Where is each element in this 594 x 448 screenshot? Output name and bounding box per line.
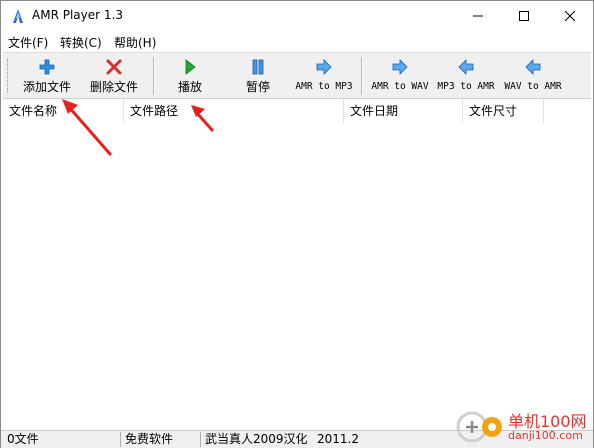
- close-icon: [565, 11, 575, 21]
- column-header-path[interactable]: 文件路径: [124, 99, 344, 123]
- pause-button[interactable]: 暂停: [233, 55, 283, 95]
- watermark-url: danji100.com: [508, 429, 583, 442]
- play-button[interactable]: 播放: [165, 55, 215, 95]
- file-list[interactable]: [3, 123, 591, 429]
- menu-help[interactable]: 帮助(H): [114, 34, 156, 51]
- arrow-right-icon: [316, 59, 332, 75]
- annotation-arrow-icon: [62, 99, 112, 156]
- app-window: AMR Player 1.3 文件(F) 转换(C) 帮助(H) 添加文件 删除…: [0, 0, 594, 448]
- watermark: 单机100网 danji100.com: [456, 404, 594, 448]
- add-file-button[interactable]: 添加文件: [17, 55, 77, 95]
- status-file-count: 0文件: [3, 432, 121, 447]
- play-label: 播放: [177, 80, 202, 94]
- app-logo-icon: [13, 9, 23, 23]
- column-header-size[interactable]: 文件尺寸: [463, 99, 544, 123]
- amr-to-mp3-button[interactable]: AMR to MP3: [291, 55, 357, 95]
- delete-file-button[interactable]: 删除文件: [83, 55, 145, 95]
- arrow-right-icon: [392, 59, 408, 75]
- toolbar-separator: [153, 57, 155, 95]
- menu-convert[interactable]: 转换(C): [60, 34, 102, 51]
- toolbar: 添加文件 删除文件 播放 暂停 AMR to MP3 AMR to WAV MP…: [3, 52, 591, 99]
- delete-x-icon: [106, 59, 122, 75]
- add-file-label: 添加文件: [22, 80, 71, 94]
- status-license: 免费软件: [121, 432, 201, 447]
- wav-to-amr-label: WAV to AMR: [504, 81, 562, 92]
- toolbar-grip[interactable]: [7, 59, 10, 93]
- mp3-to-amr-label: MP3 to AMR: [437, 81, 495, 92]
- pause-label: 暂停: [245, 80, 270, 94]
- arrow-left-icon: [458, 59, 474, 75]
- window-title: AMR Player 1.3: [32, 8, 123, 22]
- watermark-logo-icon: [456, 411, 502, 443]
- status-credit: 武当真人2009汉化: [205, 432, 308, 446]
- play-icon: [185, 59, 196, 75]
- delete-file-label: 删除文件: [89, 80, 138, 94]
- minimize-icon: [473, 15, 483, 17]
- amr-to-wav-button[interactable]: AMR to WAV: [367, 55, 433, 95]
- annotation-arrow-icon: [191, 105, 214, 132]
- menu-bar: 文件(F) 转换(C) 帮助(H): [1, 31, 593, 51]
- plus-icon: [39, 59, 55, 75]
- arrow-left-icon: [525, 59, 541, 75]
- pause-icon: [252, 59, 264, 75]
- mp3-to-amr-button[interactable]: MP3 to AMR: [433, 55, 499, 95]
- menu-file[interactable]: 文件(F): [8, 34, 48, 51]
- maximize-button[interactable]: [501, 1, 547, 31]
- close-button[interactable]: [547, 1, 593, 31]
- toolbar-separator: [361, 57, 363, 95]
- amr-to-mp3-label: AMR to MP3: [295, 81, 353, 92]
- title-bar[interactable]: AMR Player 1.3: [1, 1, 593, 31]
- maximize-icon: [519, 11, 529, 21]
- status-version: 2011.2: [317, 432, 359, 446]
- amr-to-wav-label: AMR to WAV: [371, 81, 429, 92]
- wav-to-amr-button[interactable]: WAV to AMR: [500, 55, 566, 95]
- column-header-date[interactable]: 文件日期: [344, 99, 463, 123]
- minimize-button[interactable]: [455, 1, 501, 31]
